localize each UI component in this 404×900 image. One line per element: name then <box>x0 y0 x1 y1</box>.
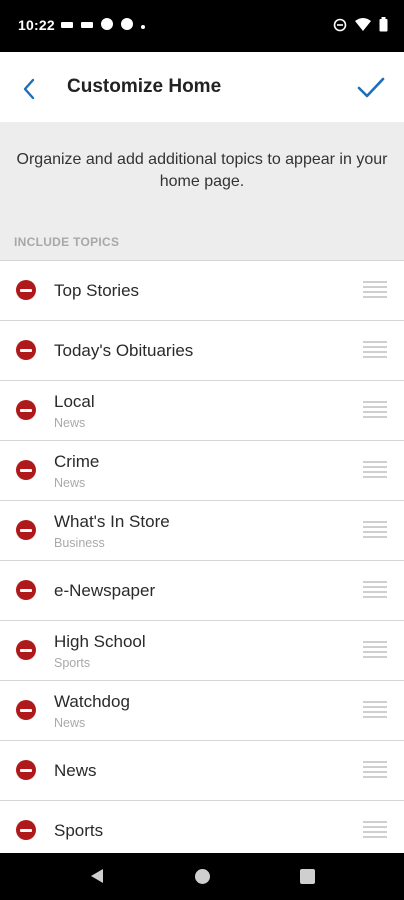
app-icon <box>120 17 134 34</box>
app-bar: Customize Home <box>0 52 404 122</box>
battery-icon <box>379 17 388 35</box>
app-icon <box>100 17 114 34</box>
list-item: Today's Obituaries <box>0 320 404 380</box>
remove-button[interactable] <box>16 280 36 300</box>
list-item: Top Stories <box>0 260 404 320</box>
topic-subtitle: News <box>54 476 86 490</box>
drag-handle-icon[interactable] <box>363 641 387 661</box>
topic-subtitle: Sports <box>54 656 91 670</box>
topic-title: High School <box>54 632 146 651</box>
remove-button[interactable] <box>16 700 36 720</box>
topic-title: Watchdog <box>54 692 130 711</box>
list-item: Sports <box>0 800 404 860</box>
topic-subtitle: News <box>54 716 86 730</box>
remove-button[interactable] <box>16 760 36 780</box>
wifi-icon <box>355 18 371 34</box>
topic-title: Crime <box>54 452 100 471</box>
list-item: What's In Store Business <box>0 500 404 560</box>
drag-handle-icon[interactable] <box>363 461 387 481</box>
topic-title: Sports <box>54 821 104 840</box>
navigation-bar <box>0 853 404 900</box>
list-item: Watchdog News <box>0 680 404 740</box>
list-item: Local News <box>0 380 404 440</box>
drag-handle-icon[interactable] <box>363 341 387 361</box>
drag-handle-icon[interactable] <box>363 821 387 841</box>
remove-button[interactable] <box>16 820 36 840</box>
drag-handle-icon[interactable] <box>363 761 387 781</box>
back-icon[interactable] <box>88 867 106 885</box>
topic-title: News <box>54 761 97 780</box>
topic-title: Top Stories <box>54 281 140 300</box>
status-time: 10:22 <box>18 17 55 33</box>
topic-title: What's In Store <box>54 512 170 531</box>
drag-handle-icon[interactable] <box>363 701 387 721</box>
notification-icon <box>80 19 94 33</box>
status-system-icons <box>333 17 388 35</box>
remove-button[interactable] <box>16 340 36 360</box>
list-item: Crime News <box>0 440 404 500</box>
list-item: News <box>0 740 404 800</box>
back-button[interactable] <box>14 74 44 104</box>
drag-handle-icon[interactable] <box>363 521 387 541</box>
recent-apps-icon[interactable] <box>300 869 315 884</box>
topic-title: e-Newspaper <box>54 581 156 600</box>
drag-handle-icon[interactable] <box>363 401 387 421</box>
remove-button[interactable] <box>16 400 36 420</box>
home-icon[interactable] <box>195 869 210 884</box>
topics-list: Top Stories Today's Obituaries Local New… <box>0 260 404 860</box>
remove-button[interactable] <box>16 640 36 660</box>
status-bar: 10:22 <box>0 0 404 52</box>
remove-button[interactable] <box>16 580 36 600</box>
topic-title: Today's Obituaries <box>54 341 194 360</box>
drag-handle-icon[interactable] <box>363 281 387 301</box>
section-header: INCLUDE TOPICS <box>14 235 120 249</box>
notification-icon <box>60 19 74 33</box>
topic-title: Local <box>54 392 95 411</box>
list-item: High School Sports <box>0 620 404 680</box>
dot-icon <box>140 19 146 33</box>
remove-button[interactable] <box>16 460 36 480</box>
list-item: e-Newspaper <box>0 560 404 620</box>
topic-subtitle: Business <box>54 536 105 550</box>
do-not-disturb-icon <box>333 18 347 35</box>
page-title: Customize Home <box>67 76 222 97</box>
info-panel: Organize and add additional topics to ap… <box>0 122 404 260</box>
info-text: Organize and add additional topics to ap… <box>16 151 388 190</box>
chevron-left-icon <box>23 78 35 100</box>
topic-subtitle: News <box>54 416 86 430</box>
status-notification-icons <box>60 17 146 34</box>
drag-handle-icon[interactable] <box>363 581 387 601</box>
remove-button[interactable] <box>16 520 36 540</box>
done-button[interactable] <box>354 71 388 105</box>
checkmark-icon <box>357 77 385 98</box>
